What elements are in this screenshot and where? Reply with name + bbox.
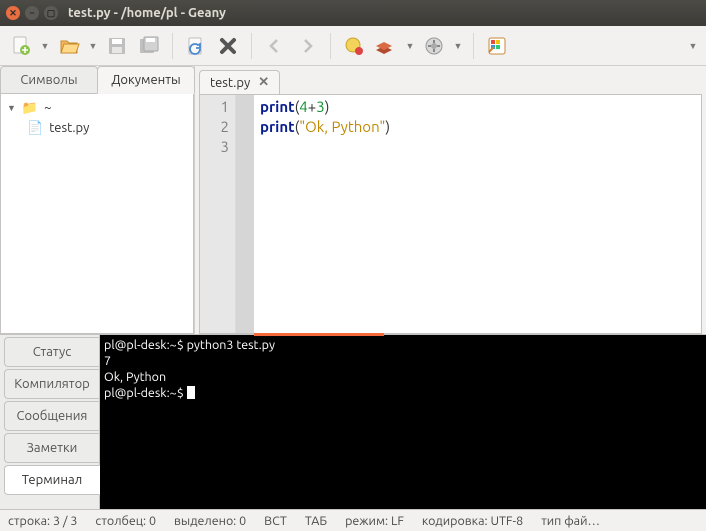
status-line: строка: 3 / 3 bbox=[8, 514, 77, 528]
tree-file[interactable]: 📄 test.py bbox=[5, 118, 189, 138]
nav-forward-button[interactable] bbox=[292, 31, 322, 61]
window-minimize-button[interactable]: – bbox=[25, 6, 39, 20]
terminal-line: 7 bbox=[104, 354, 111, 368]
execute-dropdown[interactable]: ▼ bbox=[451, 41, 465, 51]
terminal-line: pl@pl-desk:~$ python3 test.py bbox=[104, 338, 275, 352]
sidebar: Символы Документы ▼ 📁 ~ 📄 test.py bbox=[0, 66, 195, 334]
terminal-line: Ok, Python bbox=[104, 370, 166, 384]
folder-icon: 📁 bbox=[22, 101, 38, 116]
window-title: test.py - /home/pl - Geany bbox=[68, 6, 226, 20]
toolbar: ▼ ▼ ▼ ▼ ▼ bbox=[0, 26, 706, 66]
close-file-button[interactable] bbox=[213, 31, 243, 61]
bottom-tab-messages[interactable]: Сообщения bbox=[4, 401, 99, 431]
open-file-button[interactable] bbox=[54, 31, 84, 61]
document-tree[interactable]: ▼ 📁 ~ 📄 test.py bbox=[0, 94, 194, 334]
window-maximize-button[interactable]: ▢ bbox=[44, 6, 58, 20]
line-gutter: 123 bbox=[200, 95, 236, 333]
revert-button[interactable] bbox=[181, 31, 211, 61]
terminal-prompt: pl@pl-desk:~$ bbox=[104, 386, 187, 400]
open-file-dropdown[interactable]: ▼ bbox=[86, 41, 100, 51]
execute-button[interactable] bbox=[419, 31, 449, 61]
sidebar-tab-symbols[interactable]: Символы bbox=[0, 66, 98, 94]
build-button[interactable] bbox=[371, 31, 401, 61]
nav-back-button[interactable] bbox=[260, 31, 290, 61]
document-tab[interactable]: test.py ✕ bbox=[199, 70, 280, 94]
status-col: столбец: 0 bbox=[95, 514, 156, 528]
build-dropdown[interactable]: ▼ bbox=[403, 41, 417, 51]
titlebar: ✕ – ▢ test.py - /home/pl - Geany bbox=[0, 0, 706, 26]
save-button[interactable] bbox=[102, 31, 132, 61]
status-type[interactable]: тип фай… bbox=[541, 514, 600, 528]
terminal-cursor bbox=[187, 386, 195, 399]
tree-root-label: ~ bbox=[44, 101, 51, 115]
new-file-button[interactable] bbox=[6, 31, 36, 61]
document-tab-close-icon[interactable]: ✕ bbox=[258, 75, 269, 90]
bottom-tab-compiler[interactable]: Компилятор bbox=[4, 369, 99, 399]
bottom-tab-terminal[interactable]: Терминал bbox=[4, 465, 100, 495]
bottom-tab-notes[interactable]: Заметки bbox=[4, 433, 99, 463]
horizontal-scrollbar[interactable] bbox=[254, 333, 384, 336]
tree-file-label: test.py bbox=[49, 121, 89, 135]
sidebar-tab-documents[interactable]: Документы bbox=[97, 66, 195, 94]
status-mode[interactable]: режим: LF bbox=[345, 514, 404, 528]
compile-button[interactable] bbox=[339, 31, 369, 61]
new-file-dropdown[interactable]: ▼ bbox=[38, 41, 52, 51]
status-tab[interactable]: ТАБ bbox=[305, 514, 327, 528]
code-content[interactable]: print(4+3) print("Ok, Python") bbox=[254, 95, 701, 333]
status-enc[interactable]: кодировка: UTF-8 bbox=[422, 514, 523, 528]
code-editor[interactable]: 123 print(4+3) print("Ok, Python") bbox=[199, 94, 702, 334]
file-icon: 📄 bbox=[27, 121, 43, 136]
bottom-tab-status[interactable]: Статус bbox=[4, 337, 99, 367]
statusbar: строка: 3 / 3 столбец: 0 выделено: 0 ВСТ… bbox=[0, 509, 706, 531]
fold-column[interactable] bbox=[236, 95, 254, 333]
color-chooser-button[interactable] bbox=[482, 31, 512, 61]
terminal[interactable]: pl@pl-desk:~$ python3 test.py 7 Ok, Pyth… bbox=[100, 335, 706, 509]
status-sel: выделено: 0 bbox=[174, 514, 246, 528]
tree-root[interactable]: ▼ 📁 ~ bbox=[5, 98, 189, 118]
document-tab-label: test.py bbox=[210, 76, 250, 90]
status-ins[interactable]: ВСТ bbox=[264, 514, 287, 528]
save-all-button[interactable] bbox=[134, 31, 164, 61]
tree-expand-icon[interactable]: ▼ bbox=[7, 103, 16, 113]
toolbar-overflow[interactable]: ▼ bbox=[686, 41, 700, 51]
window-close-button[interactable]: ✕ bbox=[6, 6, 20, 20]
